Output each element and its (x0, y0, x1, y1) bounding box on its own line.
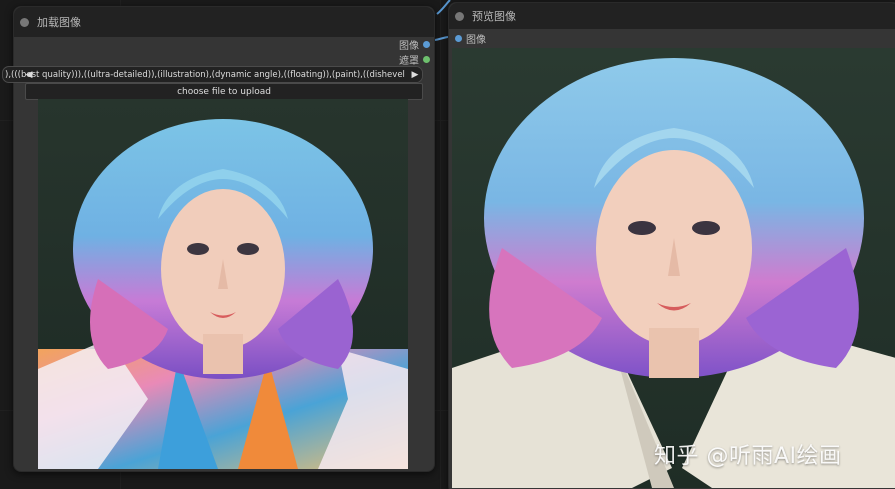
combo-value: ),(((best quality))),((ultra-detailed)),… (5, 69, 406, 80)
output-dot-icon[interactable] (423, 56, 430, 63)
image-select-combo[interactable]: ),(((best quality))),((ultra-detailed)),… (2, 66, 423, 83)
arrow-right-icon[interactable]: ▶ (408, 67, 422, 82)
node-title-bar[interactable]: 加载图像 (14, 7, 434, 37)
node-canvas[interactable]: 加载图像 图像 遮罩 ),(((best quality))),((ultra-… (0, 0, 895, 489)
output-label-image: 图像 (399, 41, 419, 52)
input-dot-icon[interactable] (455, 35, 462, 42)
loaded-image (38, 99, 408, 469)
output-label-mask: 遮罩 (399, 56, 419, 67)
load-image-node[interactable]: 加载图像 图像 遮罩 ),(((best quality))),((ultra-… (2, 6, 435, 472)
input-label-image: 图像 (466, 35, 486, 46)
upload-button[interactable]: choose file to upload (25, 83, 423, 100)
watermark-text: 知乎 @听雨AI绘画 (654, 444, 842, 469)
collapse-dot-icon[interactable] (455, 11, 464, 21)
portrait-image (452, 48, 895, 488)
input-slot-image[interactable]: 图像 (455, 31, 486, 46)
grid-line (440, 0, 441, 489)
node-title: 加载图像 (37, 16, 81, 29)
output-slot-mask[interactable]: 遮罩 (399, 52, 430, 67)
node-title: 预览图像 (472, 10, 516, 23)
collapse-dot-icon[interactable] (20, 17, 29, 27)
arrow-left-icon[interactable]: ◀ (23, 67, 35, 82)
node-title-bar[interactable]: 预览图像 (449, 3, 895, 29)
output-slot-image[interactable]: 图像 (399, 37, 430, 52)
preview-image-node[interactable]: 预览图像 图像 (448, 2, 895, 489)
portrait-image (38, 99, 408, 469)
output-dot-icon[interactable] (423, 41, 430, 48)
preview-image (452, 48, 895, 488)
